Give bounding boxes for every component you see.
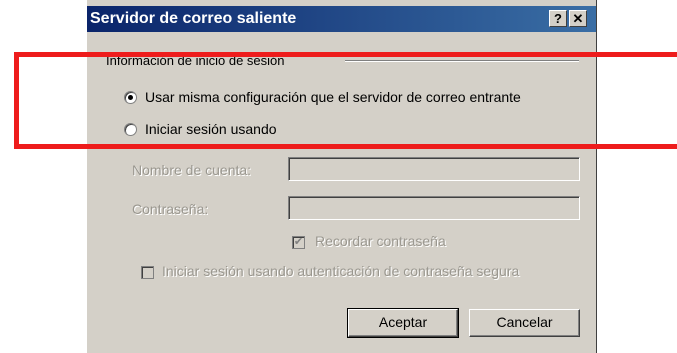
radio-same-settings[interactable] (124, 91, 137, 104)
close-button[interactable]: ✕ (569, 10, 587, 27)
secure-password-auth-checkbox[interactable] (141, 266, 154, 279)
window-title: Servidor de correo saliente (90, 10, 297, 27)
help-button[interactable]: ? (549, 10, 567, 27)
checkmark-icon: ✔ (293, 236, 304, 248)
cancel-button[interactable]: Cancelar (469, 309, 580, 337)
account-name-field[interactable] (288, 157, 580, 181)
remember-password-label[interactable]: Recordar contraseña (315, 233, 446, 249)
remember-password-checkbox[interactable]: ✔ (292, 236, 305, 249)
account-name-label: Nombre de cuenta: (132, 162, 252, 178)
secure-password-auth-label[interactable]: Iniciar sesión usando autenticación de c… (162, 263, 519, 279)
password-field[interactable] (288, 196, 580, 220)
password-label: Contraseña: (132, 201, 209, 217)
ok-button[interactable]: Aceptar (347, 308, 459, 338)
radio-same-settings-label[interactable]: Usar misma configuración que el servidor… (145, 89, 521, 105)
outgoing-server-dialog: Servidor de correo saliente ? ✕ Informac… (86, 0, 597, 353)
radio-login-using[interactable] (124, 123, 137, 136)
group-legend: Información de inicio de sesión (103, 53, 288, 68)
radio-login-using-label[interactable]: Iniciar sesión usando (145, 121, 277, 137)
group-divider (345, 60, 579, 62)
title-bar: Servidor de correo saliente ? ✕ (87, 6, 596, 32)
